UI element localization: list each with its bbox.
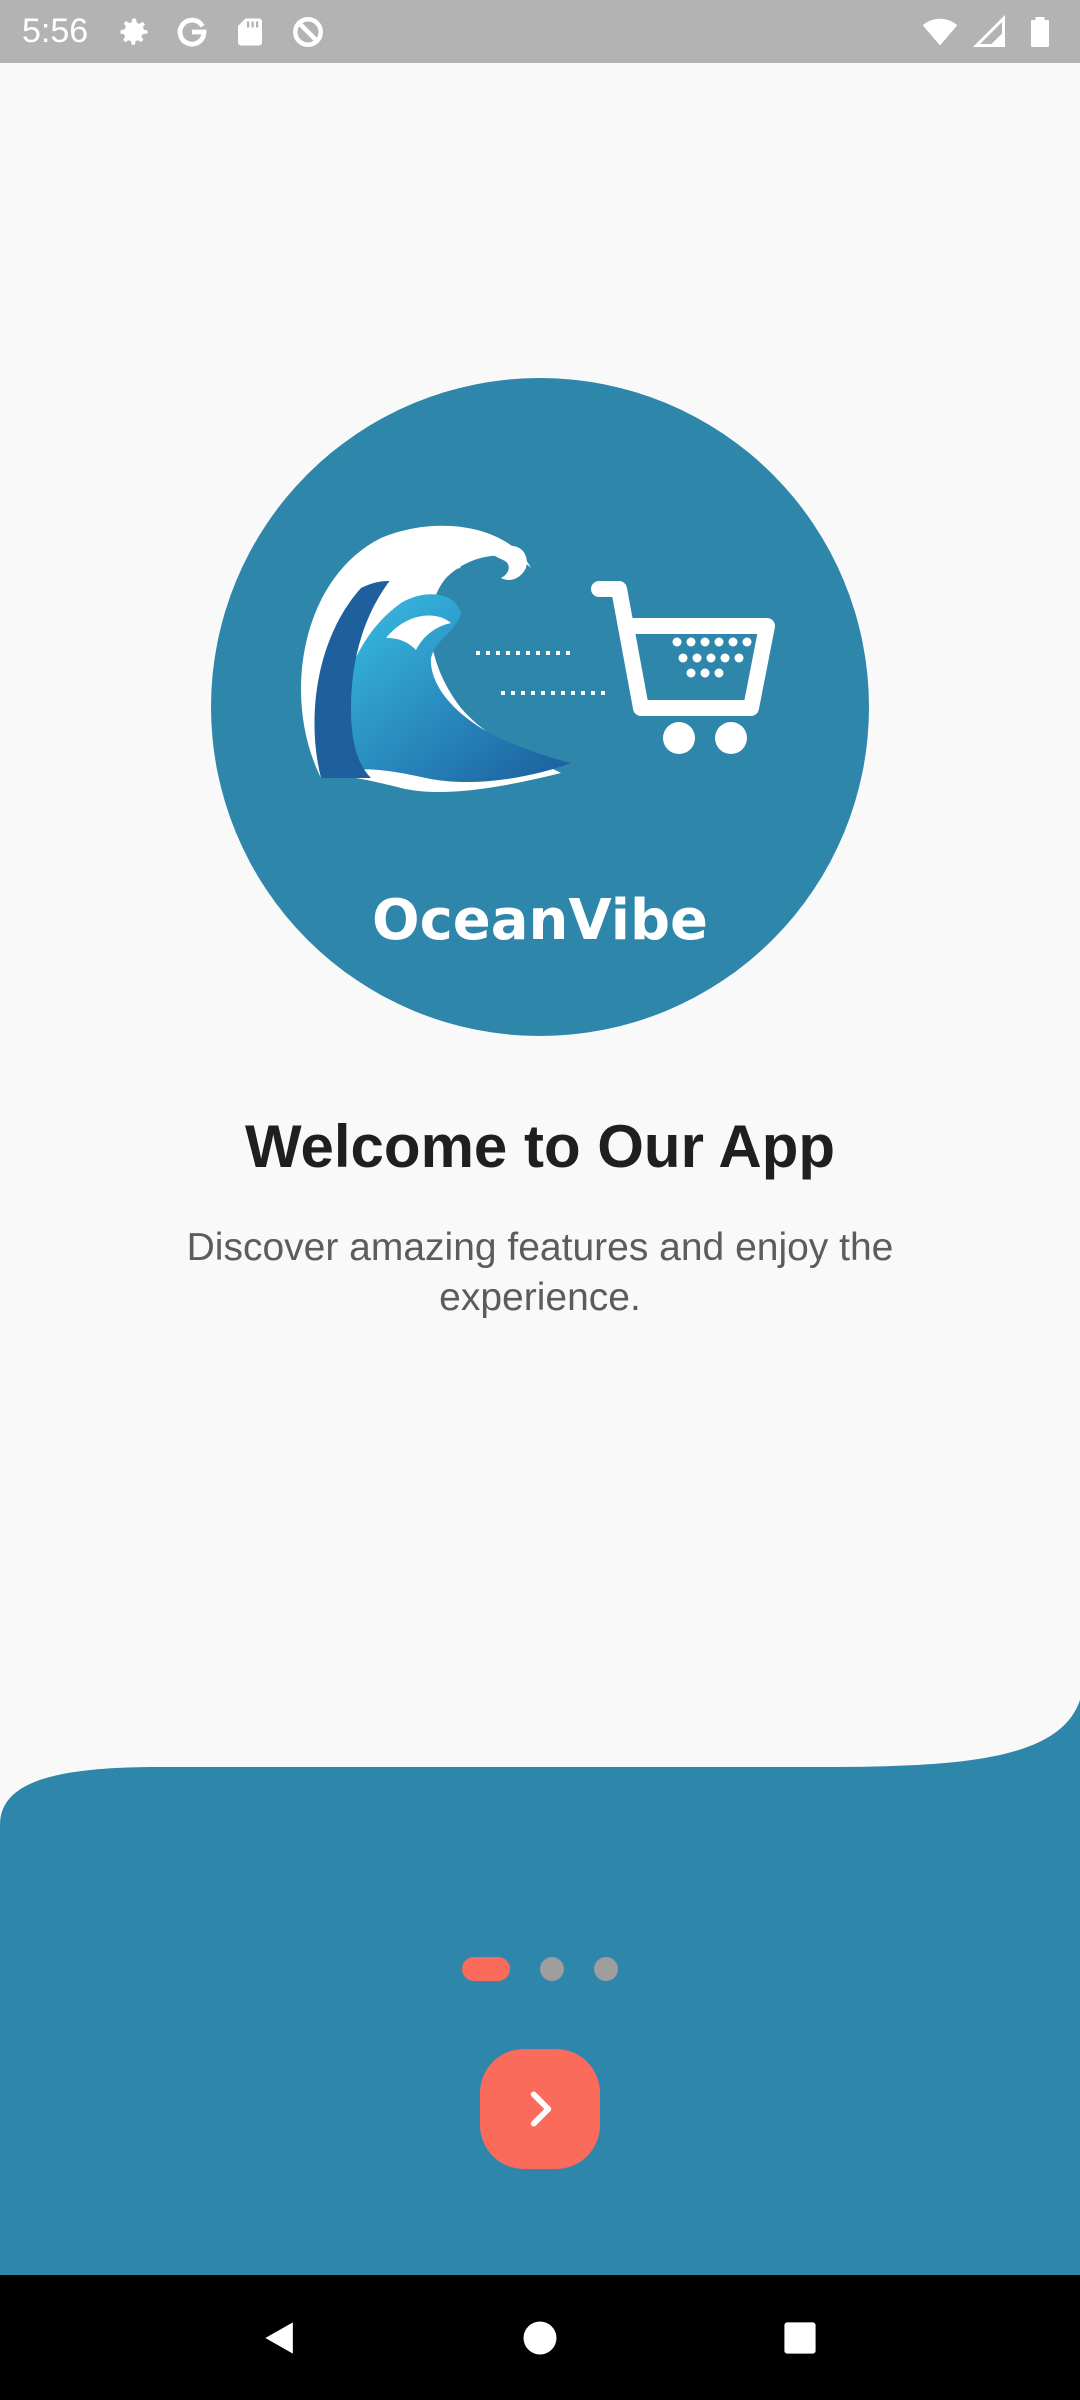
back-button[interactable] [250, 2308, 310, 2368]
cell-signal-icon [972, 14, 1005, 47]
status-bar-left: 5:56 [22, 12, 348, 51]
wifi-icon [922, 18, 958, 45]
sd-card-icon [238, 18, 263, 45]
welcome-title: Welcome to Our App [244, 1113, 836, 1180]
back-icon [265, 2321, 293, 2354]
battery-icon [1031, 16, 1049, 47]
status-bar: 5:56 [0, 0, 1080, 63]
page-dot[interactable] [594, 1957, 618, 1981]
settings-icon [120, 18, 148, 45]
status-time: 5:56 [22, 12, 89, 50]
next-button[interactable] [480, 2049, 600, 2169]
status-bar-right [908, 14, 1058, 50]
logo-brand-name: OceanVibe [372, 888, 708, 953]
recents-icon [784, 2321, 816, 2354]
google-icon [177, 17, 207, 46]
page-dot-active[interactable] [462, 1957, 510, 1981]
recents-button[interactable] [770, 2308, 830, 2368]
oceanvibe-logo: OceanVibe [211, 378, 869, 1036]
chevron-right-icon [530, 2091, 552, 2127]
home-button[interactable] [510, 2308, 570, 2368]
page-indicator [0, 1957, 1080, 1981]
logo-graphic: OceanVibe [211, 378, 869, 1036]
home-icon [523, 2321, 557, 2354]
navigation-bar [0, 2275, 1080, 2400]
welcome-subtitle: Discover amazing features and enjoy the … [186, 1226, 894, 1319]
bottom-wave-panel [0, 1700, 1080, 2275]
page-dot[interactable] [540, 1957, 564, 1981]
data-saver-icon [293, 16, 324, 47]
